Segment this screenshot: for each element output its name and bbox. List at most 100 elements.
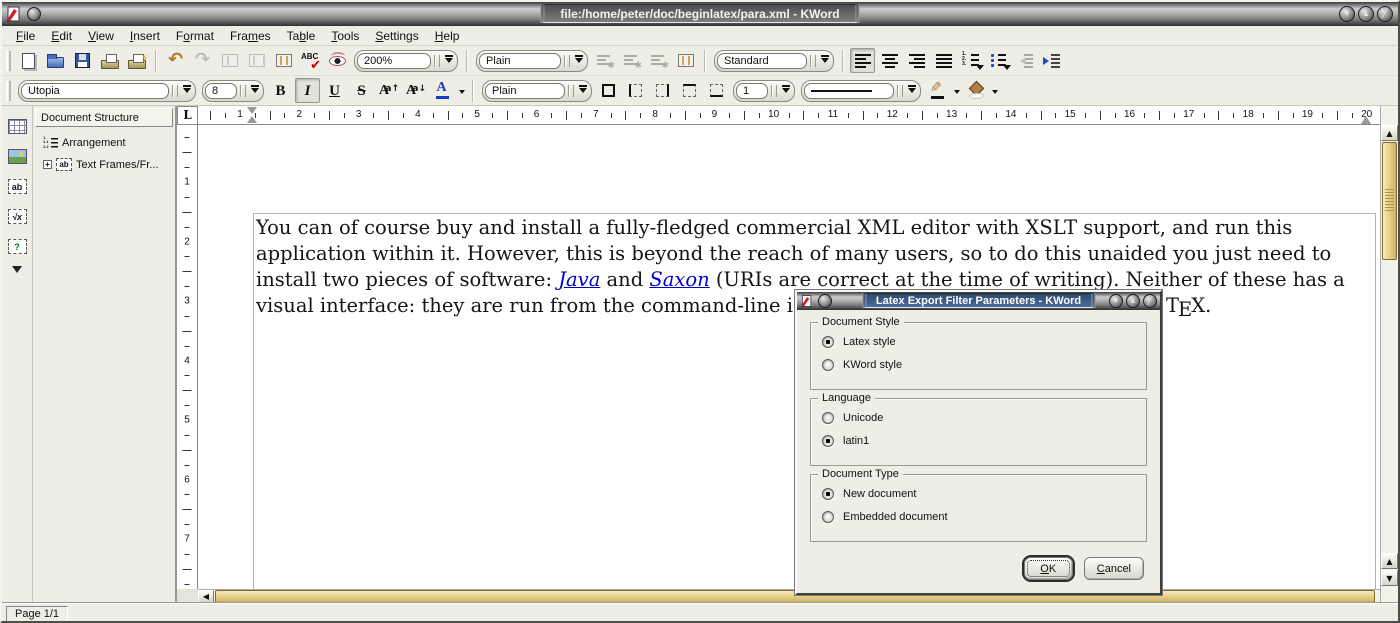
dropdown-arrow-icon[interactable] [954,90,960,97]
tree-item-text-frames-fr[interactable]: +abText Frames/Fr... [43,158,175,171]
save-icon[interactable] [70,48,95,73]
dropdown-arrow-icon[interactable] [459,90,465,97]
close-button[interactable]: ╱ [1377,6,1393,22]
insert-object-icon[interactable]: ? [4,234,30,259]
border-bottom-icon[interactable] [704,78,729,103]
border-top-icon[interactable] [677,78,702,103]
menu-tools[interactable]: Tools [323,27,367,45]
scroll-left-button[interactable]: ◀ [198,590,214,603]
menu-settings[interactable]: Settings [367,27,426,45]
dropdown-arrow-icon[interactable] [992,90,998,97]
dialog-minimize-button[interactable]: ▾ [1109,294,1123,308]
bullet-list-icon[interactable] [985,48,1010,73]
minimize-button[interactable]: ▾ [1339,6,1355,22]
scroll-down-button[interactable]: ▼ [1381,570,1398,586]
combo-arrow-icon[interactable] [819,55,830,67]
cancel-button[interactable]: Cancel [1084,557,1144,580]
fill-color-icon[interactable] [963,78,988,103]
paragraph-style-combobox[interactable]: Plain [476,50,588,72]
radio-latex-style[interactable]: Latex style [822,336,1146,348]
expand-icon[interactable]: + [43,160,52,169]
combo-arrow-icon[interactable] [906,85,917,97]
font-size-up-icon[interactable] [376,78,401,103]
format-combobox[interactable]: Standard [714,50,834,72]
insert-picture-icon[interactable] [4,144,30,169]
dialog-maximize-button[interactable]: ▴ [1126,294,1140,308]
hyperlink-java[interactable]: Java [558,268,600,291]
radio-new-document[interactable]: New document [822,488,1146,500]
right-indent-marker[interactable] [1361,111,1371,124]
italic-icon[interactable] [295,78,320,103]
menu-file[interactable]: File [8,27,43,45]
radio-icon[interactable] [822,488,834,500]
combo-arrow-icon[interactable] [573,55,584,67]
ruler-corner[interactable]: L [177,106,198,125]
combo-arrow-icon[interactable] [443,55,454,67]
font-size-combobox[interactable]: 8 [202,80,264,102]
radio-icon[interactable] [822,412,834,424]
spellcheck-icon[interactable] [298,48,323,73]
font-family-combobox[interactable]: Utopia [18,80,196,102]
radio-icon[interactable] [822,435,834,447]
frame-columns-icon[interactable] [271,48,296,73]
border-width-combobox[interactable]: 1 [733,80,795,102]
new-doc-icon[interactable] [16,48,41,73]
horizontal-scrollbar[interactable]: ◀ [198,589,1380,603]
insert-table-icon[interactable] [4,114,30,139]
horizontal-ruler[interactable]: 1234567891011121314151617181920 [198,106,1380,125]
align-justify-icon[interactable] [931,48,956,73]
print-icon[interactable] [97,48,122,73]
radio-icon[interactable] [822,359,834,371]
dialog-close-button[interactable]: ╱ [1143,294,1157,308]
maximize-button[interactable]: ▴ [1358,6,1374,22]
radio-unicode[interactable]: Unicode [822,412,1146,424]
toolbar-handle[interactable] [6,81,11,101]
hyperlink-saxon[interactable]: Saxon [649,268,709,291]
zoom-combobox[interactable]: 200% [354,50,458,72]
font-size-down-icon[interactable] [403,78,428,103]
text-color-icon[interactable] [430,78,455,103]
autocorrect-icon[interactable] [325,48,350,73]
window-menu-button[interactable] [27,7,41,21]
combo-arrow-icon[interactable] [577,85,588,97]
indent-icon[interactable] [1039,48,1064,73]
vertical-ruler[interactable]: 12345678 [177,125,198,589]
align-center-icon[interactable] [877,48,902,73]
scroll-up-button-2[interactable]: ▲ [1381,553,1398,569]
undo-icon[interactable] [163,48,188,73]
scroll-up-button[interactable]: ▲ [1381,125,1398,141]
print-preview-icon[interactable] [124,48,149,73]
combo-arrow-icon[interactable] [249,85,260,97]
menu-frames[interactable]: Frames [222,27,279,45]
tree-item-arrangement[interactable]: Arrangement [43,136,175,149]
menu-edit[interactable]: Edit [43,27,80,45]
radio-kword-style[interactable]: KWord style [822,359,1146,371]
indent-marker[interactable] [247,107,258,123]
insert-text-frame-icon[interactable]: ab [4,174,30,199]
dialog-menu-button[interactable] [818,294,832,308]
strip-scroll-down-icon[interactable] [12,266,22,278]
align-right-icon[interactable] [904,48,929,73]
strikethrough-icon[interactable] [349,78,374,103]
radio-icon[interactable] [822,511,834,523]
menu-table[interactable]: Table [279,27,324,45]
align-left-icon[interactable] [850,48,875,73]
numbered-list-icon[interactable] [958,48,983,73]
columns-icon[interactable] [673,48,698,73]
menu-insert[interactable]: Insert [122,27,168,45]
radio-embedded-document[interactable]: Embedded document [822,511,1146,523]
pen-color-icon[interactable] [925,78,950,103]
border-right-icon[interactable] [650,78,675,103]
border-left-icon[interactable] [623,78,648,103]
radio-icon[interactable] [822,336,834,348]
menu-format[interactable]: Format [168,27,222,45]
bold-icon[interactable] [268,78,293,103]
underline-icon[interactable] [322,78,347,103]
document-page[interactable]: You can of course buy and install a full… [198,125,1380,589]
ok-button[interactable]: OK [1024,557,1073,580]
radio-latin1[interactable]: latin1 [822,435,1146,447]
dialog-titlebar[interactable]: Latex Export Filter Parameters - KWord ▾… [797,292,1160,310]
border-style-combobox[interactable]: Plain [482,80,592,102]
vertical-scrollbar-thumb[interactable] [1382,142,1397,260]
menu-view[interactable]: View [80,27,122,45]
